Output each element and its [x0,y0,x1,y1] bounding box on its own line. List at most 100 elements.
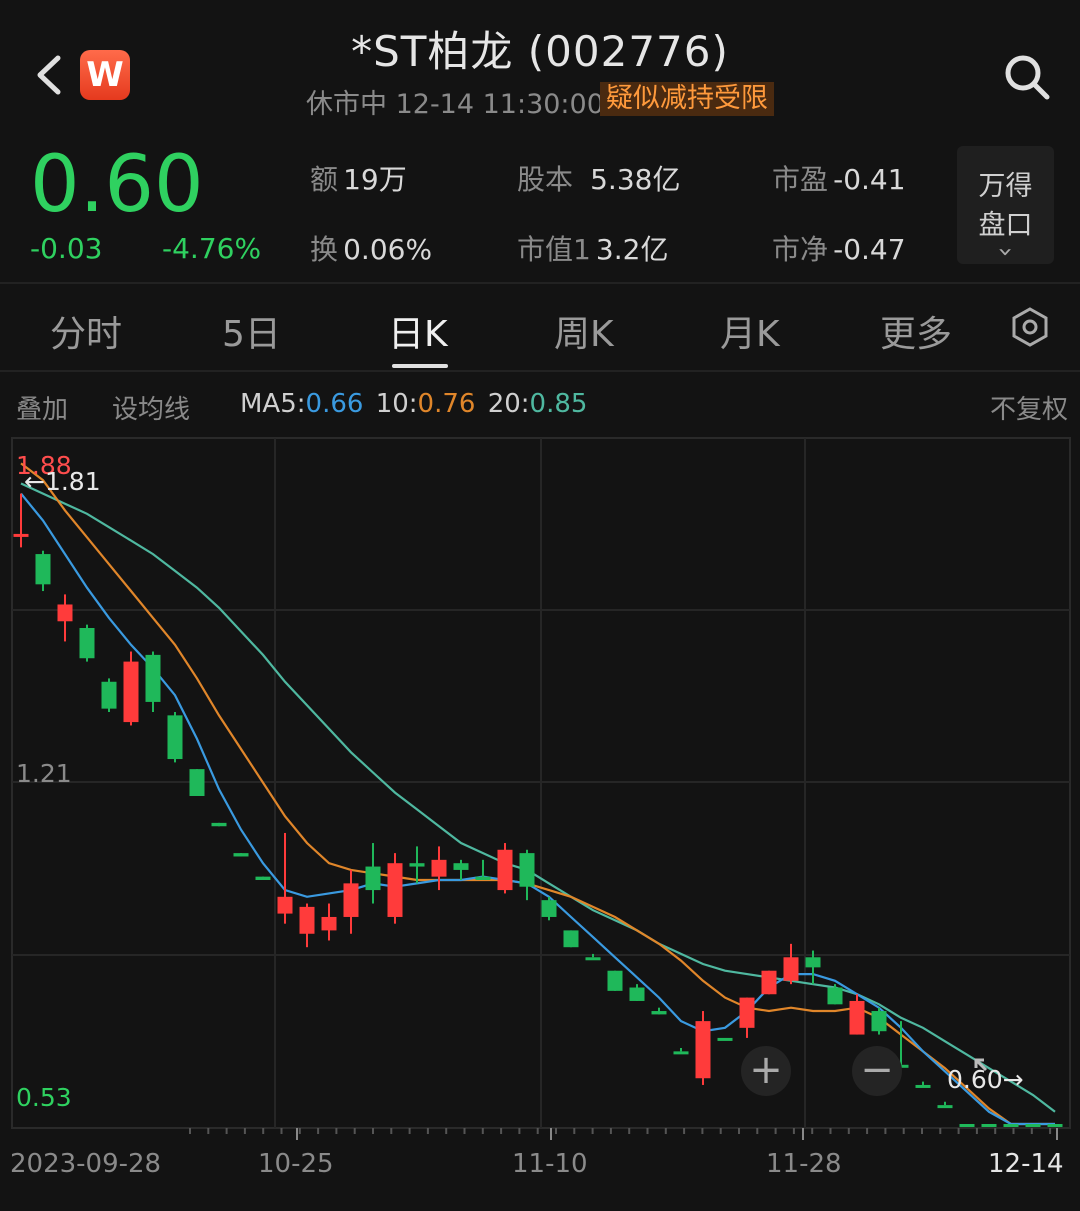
candle-body [79,628,95,659]
candle-body [475,876,491,880]
candle-body [321,916,337,931]
candle-body [123,661,139,723]
candle-body [1047,1124,1063,1127]
tab-monthly-k[interactable]: 月K [720,305,780,357]
candle [717,1037,733,1041]
tab-intraday[interactable]: 分时 [50,305,122,357]
fullscreen-icon[interactable] [972,1056,1002,1086]
candle [343,869,359,934]
candle [629,984,645,1001]
ma-legend: MA5:0.66 10:0.76 20:0.85 [240,389,588,419]
chart-grid [11,437,1071,1140]
candle-body [871,1011,887,1032]
candle-body [849,1000,865,1035]
candle [981,1124,997,1127]
candle [915,1081,931,1088]
x-axis-label: 12-14 [988,1149,1064,1179]
candle [167,712,183,763]
candle [145,651,161,712]
candle [959,1124,975,1127]
candle [409,846,425,884]
candle-body [563,930,579,948]
candle-body [35,554,51,585]
candle-body [189,769,205,796]
candle-body [651,1011,667,1015]
candle-body [1025,1124,1041,1127]
candle [79,624,95,662]
x-axis-label: 11-28 [766,1149,842,1179]
candle [519,849,535,901]
candle-body [167,715,183,760]
stat-pe: 市盈 -0.41 [772,163,906,196]
wind-orderbook-button[interactable]: 万得 盘口 › [957,146,1054,264]
zoom-in-button[interactable]: + [741,1046,791,1096]
candle [453,859,469,880]
candle [1047,1124,1063,1127]
candle-body [255,876,271,880]
candle-body [299,906,315,934]
tab-more[interactable]: 更多 [880,305,952,357]
candle-body [629,987,645,1001]
candle [431,846,447,891]
ma-lines [20,462,1056,1126]
candle [541,896,557,921]
page-title: *ST柏龙 (002776) [351,27,729,76]
settings-icon[interactable] [1008,305,1052,349]
high-marker: ←1.81 [24,467,101,496]
candle [321,903,337,941]
overlay-button[interactable]: 叠加 [16,389,68,426]
candle-body [277,896,293,914]
candle-body [453,863,469,870]
candle-body [761,970,777,995]
candle-body [233,853,249,857]
candle [255,876,271,880]
set-ma-button[interactable]: 设均线 [112,389,190,426]
kline-chart[interactable]: 1.88 1.21 0.53 ←1.81 0.60→ 2023-09-28 10… [0,430,1080,1211]
candle-body [541,900,557,917]
candle-body [431,859,447,877]
candle [739,997,755,1038]
candle [761,970,777,995]
candle-body [145,654,161,702]
candle-body [959,1124,975,1127]
candle-body [981,1124,997,1127]
candle [211,822,227,827]
active-tab-indicator [392,364,448,368]
candle [607,970,623,991]
stat-turnover-amount: 额 19万 [310,163,407,196]
candle-body [827,987,843,1005]
candle [849,994,865,1035]
divider [0,282,1080,284]
candle [651,1007,667,1015]
candle [871,1007,887,1035]
stat-pb: 市净 -0.47 [772,233,906,266]
tab-weekly-k[interactable]: 周K [554,305,614,357]
candle-body [101,681,117,709]
zoom-out-button[interactable]: − [852,1046,902,1096]
status-badge[interactable]: 疑似减持受限 [600,82,774,116]
candle [1025,1124,1041,1127]
candle [937,1101,953,1109]
candle [189,769,205,796]
search-icon[interactable] [1002,52,1052,102]
ma10-line [20,462,1055,1126]
candle-body [519,853,535,887]
candle [233,853,249,857]
tab-5day[interactable]: 5日 [222,305,281,357]
candle-body [13,533,29,537]
candle-body [717,1037,733,1041]
adjust-mode-button[interactable]: 不复权 [990,389,1068,426]
divider [0,370,1080,372]
ma20-line [20,482,1056,1113]
tab-daily-k[interactable]: 日K [388,305,448,357]
stat-share-capital: 股本 5.38亿 [517,163,681,196]
candle [123,651,139,726]
candle [783,943,799,985]
candle-body [607,970,623,991]
candle [101,678,117,712]
x-axis-label: 2023-09-28 [10,1149,161,1179]
candle-body [695,1021,711,1079]
candle-body [805,957,821,968]
candle [695,1011,711,1085]
candle-body [1003,1124,1019,1127]
